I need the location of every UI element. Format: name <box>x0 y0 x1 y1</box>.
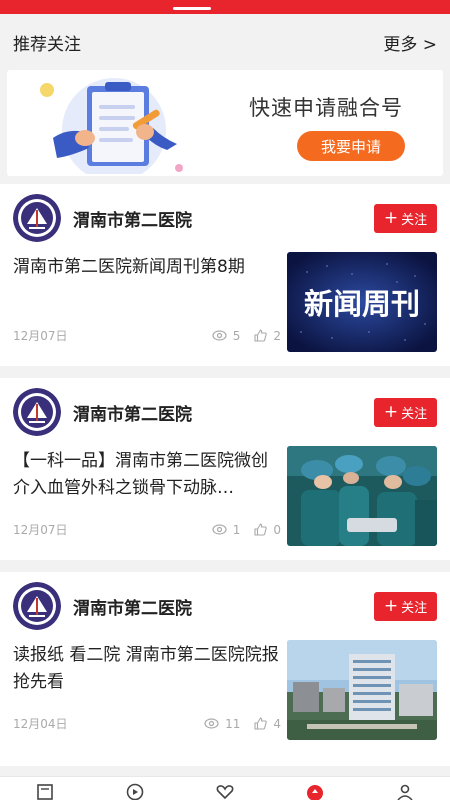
heart-icon[interactable] <box>215 783 235 800</box>
post-headline[interactable]: 渭南市第二医院新闻周刊第8期 <box>13 252 281 281</box>
surgery-photo-thumbnail[interactable] <box>287 446 437 546</box>
plus-icon: + <box>383 401 399 422</box>
follow-label: 关注 <box>401 600 428 616</box>
section-header: 推荐关注 更多 > <box>0 14 450 70</box>
hospital-logo-avatar[interactable] <box>13 582 61 630</box>
post-card[interactable]: 渭南市第二医院 + 关注 读报纸 看二院 渭南市第二医院院报抢先看 12月04日… <box>0 572 450 766</box>
post-header: 渭南市第二医院 + 关注 <box>13 184 437 252</box>
follow-button[interactable]: + 关注 <box>374 397 437 427</box>
post-date: 12月07日 <box>13 523 68 537</box>
eye-icon <box>212 330 227 341</box>
post-date: 12月04日 <box>13 717 68 731</box>
clipboard-illustration <box>40 78 183 174</box>
center-icon[interactable] <box>305 783 325 800</box>
thumbs-up-icon[interactable] <box>254 717 268 730</box>
follow-label: 关注 <box>401 406 428 422</box>
banner-title: 快速申请融合号 <box>249 96 403 120</box>
like-count: 0 <box>273 522 281 537</box>
post-meta: 12月07日 1 0 <box>13 521 281 538</box>
follow-button[interactable]: + 关注 <box>374 591 437 621</box>
post-source-name[interactable]: 渭南市第二医院 <box>73 206 374 231</box>
news-weekly-thumbnail[interactable]: 新闻周刊 <box>287 252 437 352</box>
post-feed: 渭南市第二医院 + 关注 渭南市第二医院新闻周刊第8期 12月07日 5 2 新… <box>0 184 450 766</box>
post-meta: 12月07日 5 2 <box>13 327 281 344</box>
post-source-name[interactable]: 渭南市第二医院 <box>73 594 374 619</box>
apply-banner[interactable]: 快速申请融合号 我要申请 <box>7 70 443 176</box>
view-count: 11 <box>225 716 241 731</box>
like-count: 2 <box>273 328 281 343</box>
section-title: 推荐关注 <box>13 34 81 55</box>
plus-icon: + <box>383 595 399 616</box>
bottom-tab-bar <box>0 776 450 800</box>
drag-handle[interactable] <box>173 7 211 10</box>
post-date: 12月07日 <box>13 329 68 343</box>
post-card[interactable]: 渭南市第二医院 + 关注 渭南市第二医院新闻周刊第8期 12月07日 5 2 新… <box>0 184 450 378</box>
view-count: 1 <box>232 522 241 537</box>
follow-label: 关注 <box>401 212 428 228</box>
top-status-bar <box>0 0 450 14</box>
post-header: 渭南市第二医院 + 关注 <box>13 572 437 640</box>
post-source-name[interactable]: 渭南市第二医院 <box>73 400 374 425</box>
post-headline[interactable]: 【一科一品】渭南市第二医院微创介入血管外科之锁骨下动脉… <box>13 446 281 502</box>
apply-button[interactable]: 我要申请 <box>297 131 405 161</box>
eye-icon <box>212 524 227 535</box>
post-card[interactable]: 渭南市第二医院 + 关注 【一科一品】渭南市第二医院微创介入血管外科之锁骨下动脉… <box>0 378 450 572</box>
play-icon[interactable] <box>125 783 145 800</box>
post-headline[interactable]: 读报纸 看二院 渭南市第二医院院报抢先看 <box>13 640 281 696</box>
like-count: 4 <box>273 716 281 731</box>
hospital-building-thumbnail[interactable] <box>287 640 437 740</box>
eye-icon <box>204 718 219 729</box>
post-header: 渭南市第二医院 + 关注 <box>13 378 437 446</box>
thumbnail-caption: 新闻周刊 <box>304 287 420 321</box>
follow-button[interactable]: + 关注 <box>374 203 437 233</box>
person-icon[interactable] <box>395 783 415 800</box>
hospital-logo-avatar[interactable] <box>13 388 61 436</box>
thumbs-up-icon[interactable] <box>254 329 268 342</box>
plus-icon: + <box>383 207 399 228</box>
hospital-logo-avatar[interactable] <box>13 194 61 242</box>
more-link[interactable]: 更多 > <box>383 30 437 55</box>
thumbs-up-icon[interactable] <box>254 523 268 536</box>
news-icon[interactable] <box>35 783 55 800</box>
post-meta: 12月04日 11 4 <box>13 715 281 732</box>
view-count: 5 <box>232 328 241 343</box>
